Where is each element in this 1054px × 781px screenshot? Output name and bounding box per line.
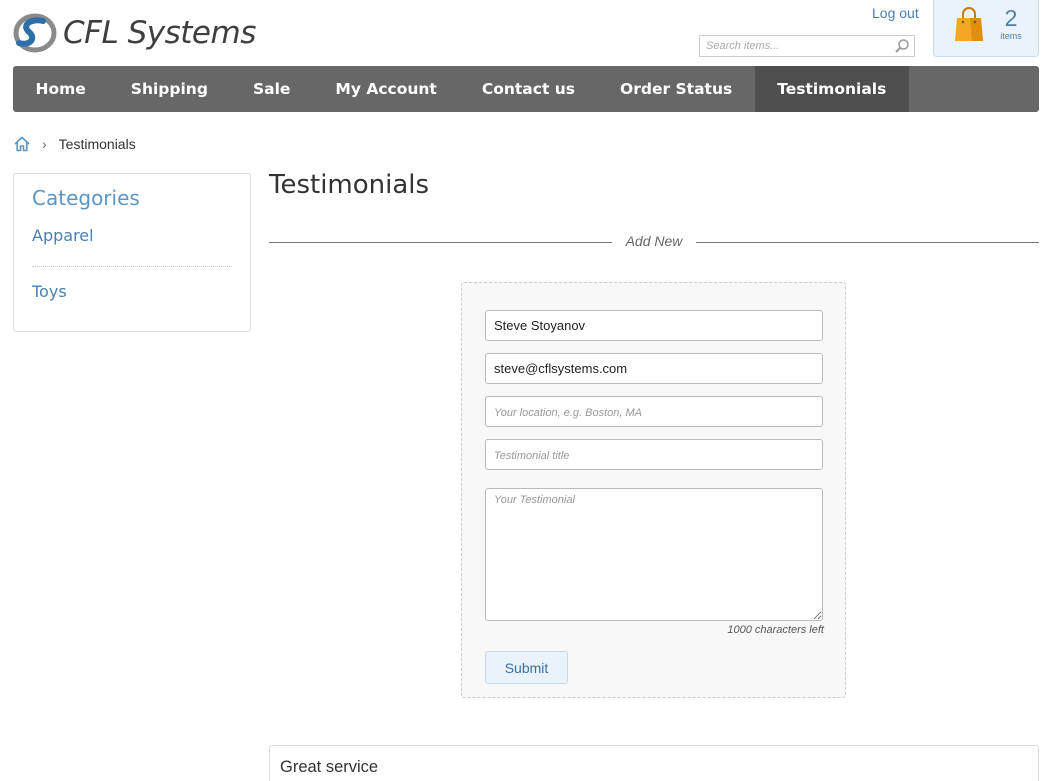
cart-count: 2 [1004, 5, 1018, 31]
add-new-divider: Add New [269, 232, 1039, 252]
testimonial-title: Great service [280, 758, 379, 776]
testimonial-card: Great service [269, 745, 1039, 781]
shopping-bag-icon [955, 7, 983, 41]
breadcrumb-current: Testimonials [58, 136, 136, 152]
email-field[interactable] [485, 353, 823, 384]
search-input[interactable] [700, 36, 888, 56]
category-toys[interactable]: Toys [32, 267, 232, 311]
testimonial-title-field[interactable] [485, 439, 823, 470]
search-icon[interactable] [894, 38, 910, 54]
nav-item-order-status[interactable]: Order Status [598, 66, 755, 112]
search-box [699, 35, 915, 57]
testimonial-textarea[interactable] [485, 488, 823, 621]
logout-link[interactable]: Log out [872, 5, 919, 21]
cart-button[interactable]: 2 items [933, 0, 1039, 57]
cart-items-label: items [1000, 31, 1022, 41]
main-nav: Home Shipping Sale My Account Contact us… [13, 66, 1039, 112]
page-title: Testimonials [269, 170, 430, 200]
divider-line-right [696, 242, 1039, 243]
nav-item-testimonials[interactable]: Testimonials [754, 66, 909, 112]
name-field[interactable] [485, 310, 823, 341]
add-new-label: Add New [625, 233, 683, 249]
nav-item-my-account[interactable]: My Account [313, 66, 459, 112]
breadcrumb-separator: › [42, 136, 47, 152]
nav-item-sale[interactable]: Sale [230, 66, 312, 112]
home-icon[interactable] [13, 135, 31, 153]
category-apparel[interactable]: Apparel [32, 223, 232, 267]
submit-button[interactable]: Submit [485, 651, 568, 684]
characters-left: 1000 characters left [727, 624, 824, 636]
logo-text: CFL Systems [63, 15, 256, 51]
nav-item-shipping[interactable]: Shipping [108, 66, 230, 112]
nav-item-contact-us[interactable]: Contact us [459, 66, 597, 112]
logo-swoosh-icon [13, 13, 57, 53]
nav-item-home[interactable]: Home [13, 66, 108, 112]
categories-sidebar: Categories Apparel Toys [13, 173, 251, 332]
breadcrumb: › Testimonials [13, 134, 136, 154]
sidebar-title: Categories [32, 186, 140, 210]
divider-line-left [269, 242, 612, 243]
logo[interactable]: CFL Systems [13, 12, 256, 54]
location-field[interactable] [485, 396, 823, 427]
testimonial-form: 1000 characters left Submit [461, 282, 846, 698]
